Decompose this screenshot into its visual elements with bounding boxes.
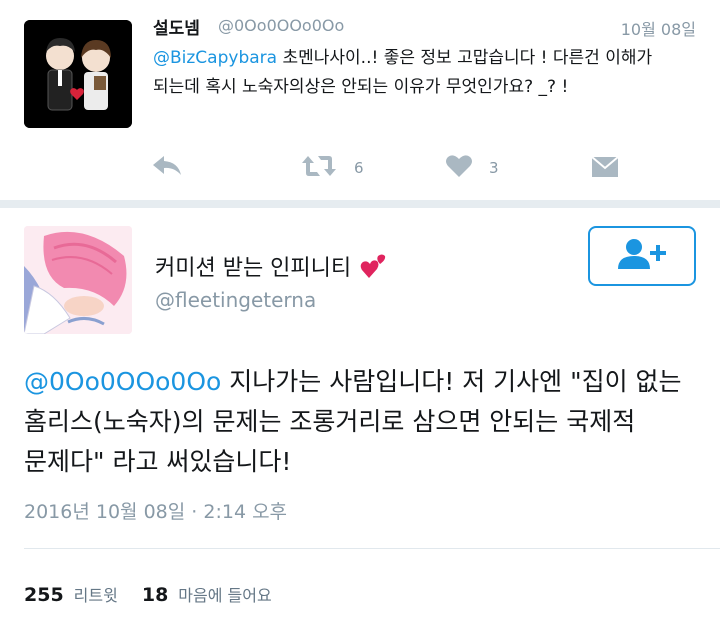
stats-divider — [24, 548, 720, 549]
main-author-avatar[interactable] — [24, 226, 132, 334]
main-tweet-text: @0Oo0OOo0Oo 지나가는 사람입니다! 저 기사엔 "집이 없는 홈리스… — [24, 362, 700, 482]
reply-button[interactable] — [150, 148, 184, 188]
main-mention-link[interactable]: @0Oo0OOo0Oo — [24, 367, 221, 396]
main-author-name[interactable]: 커미션 받는 인피니티 — [155, 250, 351, 282]
reply-author-avatar[interactable] — [24, 20, 132, 128]
likes-label[interactable]: 마음에 들어요 — [178, 582, 271, 606]
reply-tweet-text: @BizCapybara 초멘나사이..! 좋은 정보 고맙습니다 ! 다른건 … — [153, 44, 698, 102]
add-user-icon — [616, 237, 668, 275]
like-count: 3 — [489, 159, 499, 177]
retweet-button[interactable]: 6 — [300, 148, 364, 188]
main-author-name-row[interactable]: 커미션 받는 인피니티 — [155, 250, 387, 282]
retweet-icon — [300, 153, 338, 183]
retweets-count[interactable]: 255 — [24, 584, 64, 606]
reply-author-name[interactable]: 설도넴 — [153, 14, 200, 39]
envelope-icon — [590, 153, 620, 183]
timestamp-date: 2016년 10월 08일 — [24, 501, 186, 523]
reply-mention-link[interactable]: @BizCapybara — [153, 48, 277, 68]
reply-date: 10월 08일 — [620, 20, 696, 39]
tweet-timestamp[interactable]: 2016년 10월 08일 · 2:14 오후 — [24, 497, 287, 524]
tweet-divider — [0, 200, 720, 208]
follow-button[interactable] — [588, 226, 696, 286]
like-button[interactable]: 3 — [445, 148, 499, 188]
direct-message-button[interactable] — [590, 148, 620, 188]
reply-author-handle[interactable]: @0Oo0OOo0Oo — [218, 16, 344, 35]
retweets-label[interactable]: 리트윗 — [74, 582, 118, 606]
timestamp-time: 2:14 오후 — [203, 501, 288, 523]
timestamp-separator: · — [185, 501, 204, 523]
sparkle-heart-icon — [359, 252, 387, 280]
heart-icon — [445, 153, 473, 183]
reply-icon — [150, 153, 184, 183]
tweet-stats: 255 리트윗 18 마음에 들어요 — [24, 582, 296, 606]
retweet-count: 6 — [354, 159, 364, 177]
main-author-handle[interactable]: @fleetingeterna — [155, 288, 316, 312]
likes-count[interactable]: 18 — [142, 584, 168, 606]
